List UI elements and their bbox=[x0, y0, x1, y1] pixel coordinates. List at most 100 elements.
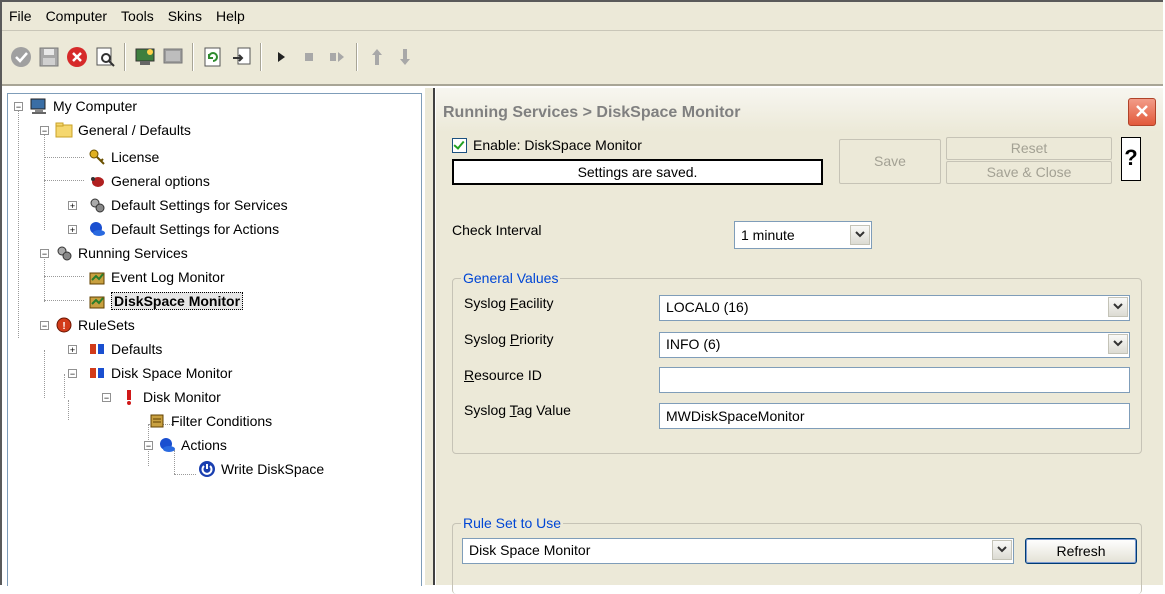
up-arrow-icon[interactable] bbox=[364, 44, 390, 70]
tree-node-write-diskspace[interactable]: Write DiskSpace bbox=[198, 458, 324, 480]
filter-icon bbox=[148, 412, 166, 430]
tree-node-default-actions[interactable]: Default Settings for Actions bbox=[88, 218, 279, 240]
tree-label: Disk Space Monitor bbox=[111, 365, 233, 381]
menu-computer[interactable]: Computer bbox=[39, 2, 114, 30]
collapse-rulesets[interactable]: − bbox=[40, 321, 49, 331]
enable-checkbox[interactable] bbox=[452, 137, 467, 153]
refresh-icon[interactable] bbox=[200, 44, 226, 70]
close-button[interactable] bbox=[1128, 98, 1156, 126]
tree-node-license[interactable]: License bbox=[88, 146, 159, 168]
syslog-facility-select[interactable]: LOCAL0 (16) bbox=[659, 295, 1130, 321]
rule-set-value: Disk Space Monitor bbox=[469, 542, 591, 558]
status-text: Settings are saved. bbox=[452, 159, 823, 185]
check-interval-select[interactable]: 1 minute bbox=[734, 221, 872, 249]
reset-button[interactable]: Reset bbox=[946, 137, 1112, 160]
tree-node-default-services[interactable]: Default Settings for Services bbox=[88, 194, 288, 216]
tree-label: General / Defaults bbox=[78, 122, 191, 138]
tree-label: General options bbox=[111, 173, 210, 189]
actions-icon bbox=[158, 436, 176, 454]
enable-label: Enable: DiskSpace Monitor bbox=[473, 137, 642, 153]
service-icon[interactable] bbox=[132, 44, 158, 70]
tree-label: Write DiskSpace bbox=[221, 461, 325, 477]
tree-node-filter-conditions[interactable]: Filter Conditions bbox=[148, 410, 272, 432]
tree-node-disk-monitor[interactable]: Disk Monitor bbox=[120, 386, 221, 408]
syslog-facility-label: Syslog Facility bbox=[464, 295, 554, 311]
save-button[interactable]: Save bbox=[839, 139, 941, 184]
collapse-my-computer[interactable]: − bbox=[14, 102, 23, 112]
menu-skins[interactable]: Skins bbox=[161, 2, 209, 30]
tree-label: DiskSpace Monitor bbox=[111, 292, 244, 310]
monitor-icon[interactable] bbox=[160, 44, 186, 70]
service-monitor-icon bbox=[88, 268, 106, 286]
expand-default-actions[interactable]: + bbox=[68, 225, 77, 235]
play-icon[interactable] bbox=[268, 44, 294, 70]
tree-label: Running Services bbox=[78, 245, 188, 261]
stop-icon[interactable] bbox=[296, 44, 322, 70]
collapse-running-services[interactable]: − bbox=[40, 249, 49, 259]
tree-node-actions[interactable]: Actions bbox=[158, 434, 227, 456]
configuration-tree[interactable]: − My Computer − General / Defaults Licen… bbox=[7, 93, 422, 586]
power-icon bbox=[198, 460, 216, 478]
collapse-actions[interactable]: − bbox=[144, 441, 153, 451]
panel-header: Running Services > DiskSpace Monitor bbox=[436, 88, 1163, 132]
rule-set-title: Rule Set to Use bbox=[461, 515, 564, 531]
menu-help[interactable]: Help bbox=[209, 2, 252, 30]
actions-icon bbox=[88, 220, 106, 238]
chevron-down-icon[interactable] bbox=[850, 225, 870, 245]
menu-file[interactable]: File bbox=[2, 2, 39, 30]
tree-label: RuleSets bbox=[78, 317, 135, 333]
exclamation-icon bbox=[120, 388, 138, 406]
syslog-priority-select[interactable]: INFO (6) bbox=[659, 332, 1130, 358]
ruleset-icon: ! bbox=[55, 316, 73, 334]
resource-id-label: Resource ID bbox=[464, 367, 542, 383]
svg-text:!: ! bbox=[62, 321, 65, 332]
rules-icon bbox=[88, 364, 106, 382]
tree-node-rulesets[interactable]: ! RuleSets bbox=[55, 314, 135, 336]
collapse-disk-space-monitor[interactable]: − bbox=[68, 369, 77, 379]
tree-node-general-options[interactable]: General options bbox=[88, 170, 210, 192]
expand-default-services[interactable]: + bbox=[68, 201, 77, 211]
refresh-button[interactable]: Refresh bbox=[1025, 538, 1137, 564]
enable-row: Enable: DiskSpace Monitor bbox=[452, 137, 642, 153]
save-icon[interactable] bbox=[36, 44, 62, 70]
down-arrow-icon[interactable] bbox=[392, 44, 418, 70]
check-interval-label: Check Interval bbox=[452, 222, 542, 238]
syslog-tag-input[interactable]: MWDiskSpaceMonitor bbox=[659, 403, 1130, 429]
tree-label: Defaults bbox=[111, 341, 163, 357]
help-button[interactable]: ? bbox=[1121, 137, 1141, 181]
toolbar bbox=[2, 31, 1163, 86]
tree-node-event-log-monitor[interactable]: Event Log Monitor bbox=[88, 266, 225, 288]
splitter[interactable] bbox=[424, 88, 435, 585]
menu-bar: File Computer Tools Skins Help bbox=[2, 2, 1163, 31]
rule-set-select[interactable]: Disk Space Monitor bbox=[462, 538, 1014, 564]
confirm-icon[interactable] bbox=[8, 44, 34, 70]
syslog-priority-label: Syslog Priority bbox=[464, 331, 554, 347]
tree-node-running-services[interactable]: Running Services bbox=[55, 242, 188, 264]
tree-label: Actions bbox=[181, 437, 227, 453]
tree-node-my-computer[interactable]: My Computer bbox=[30, 95, 137, 117]
resource-id-input[interactable] bbox=[659, 367, 1130, 393]
general-values-title: General Values bbox=[461, 270, 561, 286]
tree-node-disk-space-monitor[interactable]: Disk Space Monitor bbox=[88, 362, 232, 384]
close-icon bbox=[1136, 105, 1148, 117]
tree-node-general-defaults[interactable]: General / Defaults bbox=[55, 119, 191, 141]
tree-label: Disk Monitor bbox=[143, 389, 221, 405]
expand-defaults[interactable]: + bbox=[68, 345, 77, 355]
chevron-down-icon[interactable] bbox=[1108, 334, 1128, 354]
step-icon[interactable] bbox=[324, 44, 350, 70]
tree-label: License bbox=[111, 149, 160, 165]
cancel-icon[interactable] bbox=[64, 44, 90, 70]
chevron-down-icon[interactable] bbox=[992, 540, 1012, 560]
save-close-button[interactable]: Save & Close bbox=[946, 161, 1112, 184]
tree-node-defaults[interactable]: Defaults bbox=[88, 338, 162, 360]
menu-tools[interactable]: Tools bbox=[114, 2, 161, 30]
export-icon[interactable] bbox=[228, 44, 254, 70]
tree-label: Default Settings for Actions bbox=[111, 221, 280, 237]
find-icon[interactable] bbox=[92, 44, 118, 70]
chevron-down-icon[interactable] bbox=[1108, 297, 1128, 317]
gears-icon bbox=[55, 244, 73, 262]
tree-node-diskspace-monitor[interactable]: DiskSpace Monitor bbox=[88, 290, 244, 312]
collapse-general[interactable]: − bbox=[40, 126, 49, 136]
service-monitor-icon bbox=[88, 292, 106, 310]
collapse-disk-monitor[interactable]: − bbox=[102, 393, 111, 403]
